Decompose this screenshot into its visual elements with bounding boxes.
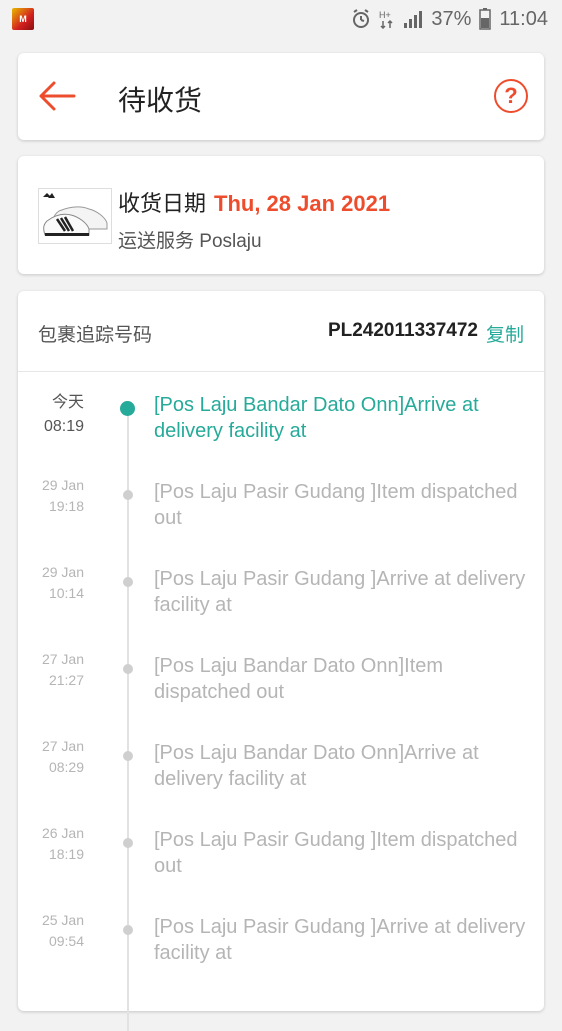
event-time: 10:14 [48,585,84,601]
back-arrow-icon [39,81,76,111]
network-icon: H+ [379,10,393,29]
status-dot [123,925,133,935]
svg-text:H+: H+ [379,10,391,20]
brand-logo-icon [43,193,55,198]
status-dot [123,838,133,848]
battery-icon [479,8,492,30]
event-description: [Pos Laju Pasir Gudang ]Item dispatched … [154,481,518,529]
event-datetime: 27 Jan 21:27 [42,649,84,691]
status-icons: H+ 37% 11:04 [351,8,548,31]
copy-button[interactable]: 复制 [486,320,524,347]
event-date: 27 Jan [41,651,84,667]
status-dot [123,490,133,500]
sneaker-image [43,193,108,236]
battery-percent: 37% [431,7,472,30]
event-datetime: 29 Jan 10:14 [42,562,84,604]
header-bar: 待收货 ? [18,53,544,140]
timeline-line [127,411,129,1031]
delivery-date-value: Thu, 28 Jan 2021 [214,191,391,216]
delivery-info-card: 收货日期 Thu, 28 Jan 2021 运送服务 Poslaju [18,156,544,274]
event-description: [Pos Laju Pasir Gudang ]Arrive at delive… [154,568,526,616]
event-description: [Pos Laju Bandar Dato Onn]Item dispatche… [154,655,444,703]
shipping-service: 运送服务 Poslaju [118,231,262,252]
clock: 11:04 [499,7,548,30]
app-notification-icon: M [12,8,34,30]
event-date: 29 Jan [41,477,84,493]
event-datetime: 27 Jan 08:29 [42,736,84,778]
event-time: 21:27 [48,672,84,688]
tracking-number: PL242011337472 [327,320,478,341]
event-time: 19:18 [48,498,84,514]
tracking-card: 包裹追踪号码 PL242011337472 复制 今天 08:19 [Pos Laj… [18,291,544,1031]
event-description: [Pos Laju Bandar Dato Onn]Arrive at deli… [154,394,479,442]
event-datetime: 25 Jan 09:54 [42,910,84,952]
event-date: 25 Jan [41,912,84,928]
signal-icon [404,11,423,28]
event-description: [Pos Laju Pasir Gudang ]Item dispatched … [154,829,518,877]
help-icon: ? [504,83,518,108]
event-time: 08:29 [48,759,84,775]
status-bar: M H+ 37% 11:04 [0,0,562,38]
current-status-dot [120,401,135,416]
product-thumbnail[interactable] [38,188,112,244]
tracking-number-label: 包裹追踪号码 [38,325,153,346]
event-datetime: 今天 08:19 [44,391,84,439]
tracking-header: 包裹追踪号码 PL242011337472 复制 [18,291,544,372]
delivery-date-row: 收货日期 Thu, 28 Jan 2021 [118,186,390,218]
back-button[interactable] [38,79,76,113]
page-title: 待收货 [118,85,203,116]
status-dot [123,577,133,587]
delivery-date-label: 收货日期 [118,191,207,216]
event-date: 27 Jan [41,738,84,754]
event-time: 08:19 [43,418,84,435]
status-dot [123,664,133,674]
event-time: 09:54 [48,933,84,949]
status-dot [123,751,133,761]
event-description: [Pos Laju Bandar Dato Onn]Arrive at deli… [154,742,479,790]
event-time: 18:19 [48,846,84,862]
event-date: 今天 [51,394,84,411]
event-date: 29 Jan [41,564,84,580]
event-datetime: 29 Jan 19:18 [42,475,84,517]
event-description: [Pos Laju Pasir Gudang ]Arrive at delive… [154,916,526,964]
alarm-icon [353,9,370,28]
event-datetime: 26 Jan 18:19 [42,823,84,865]
help-button[interactable]: ? [494,79,528,113]
event-date: 26 Jan [41,825,84,841]
